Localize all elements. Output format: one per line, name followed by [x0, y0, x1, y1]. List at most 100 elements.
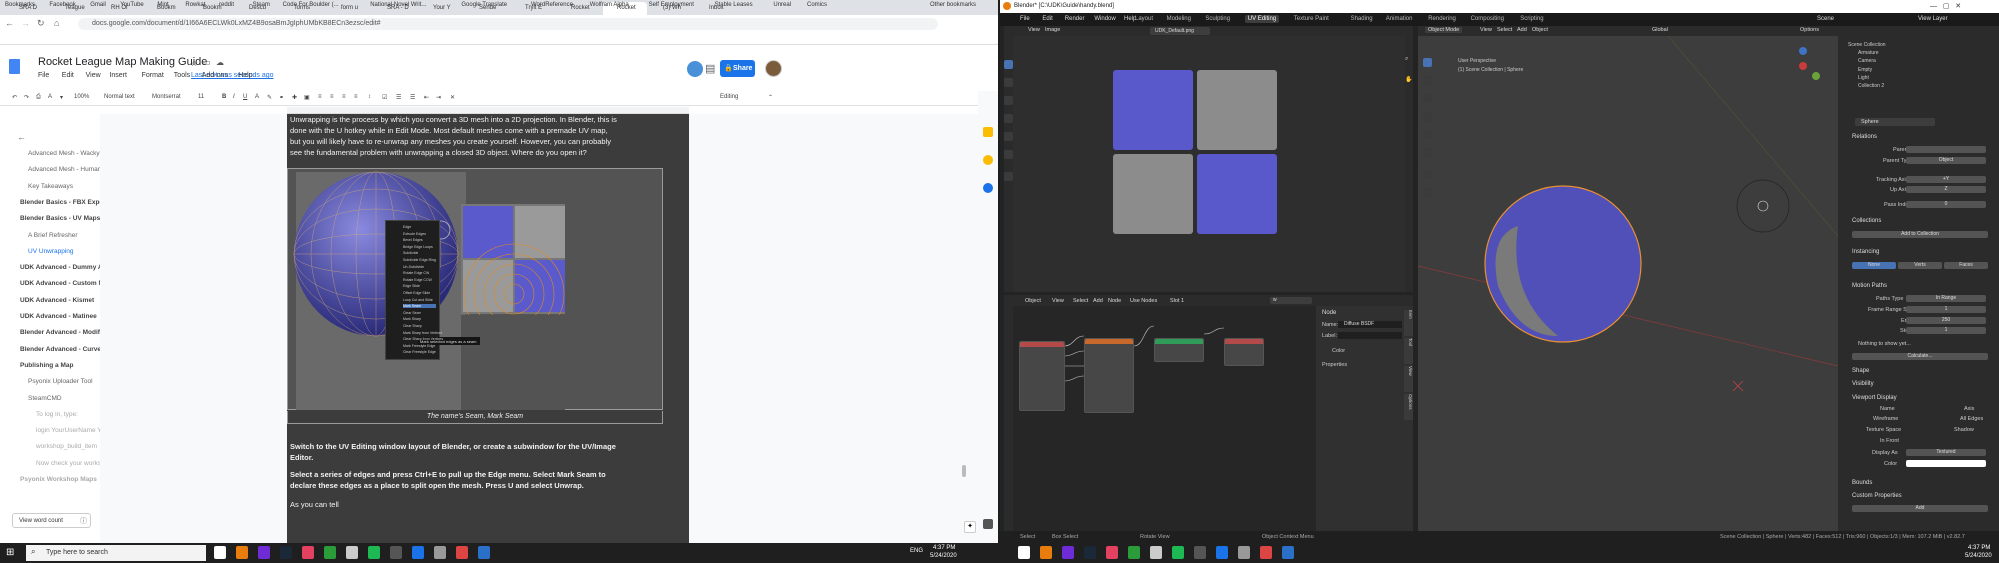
bookmark-link[interactable]: Steam — [253, 2, 270, 8]
scrollbar-thumb[interactable] — [962, 465, 966, 477]
taskbar-app-icon[interactable] — [1018, 546, 1030, 559]
vp-annotate-icon[interactable] — [1423, 170, 1432, 179]
calendar-icon[interactable] — [983, 155, 993, 165]
prop-shape[interactable]: Shape — [1852, 368, 1869, 374]
context-menu-item[interactable]: Mark Seam — [403, 304, 436, 309]
clock-time-2[interactable]: 4:37 PM — [1968, 545, 1990, 551]
checklist-icon[interactable]: ☑ — [382, 94, 387, 101]
taskbar-app-icon[interactable] — [1040, 546, 1052, 559]
context-menu-item[interactable]: Loop Cut and Slide — [403, 298, 433, 302]
taskbar-app-icon[interactable] — [1106, 546, 1118, 559]
highlight-icon[interactable]: ✎ — [267, 94, 272, 101]
vp-cursor-icon[interactable] — [1423, 76, 1432, 85]
outline-item[interactable]: SteamCMD — [28, 395, 100, 402]
uv-menu-image[interactable]: Image — [1045, 27, 1060, 33]
frame-start-field[interactable]: 1 — [1906, 306, 1986, 313]
docs-menu-edit[interactable]: Edit — [62, 72, 74, 79]
transform-orientation[interactable]: Global — [1652, 27, 1668, 33]
prop-motion-paths[interactable]: Motion Paths — [1852, 283, 1887, 289]
bookmark-link[interactable]: Code For Boulder (... — [283, 2, 339, 8]
font-select[interactable]: Montserrat — [152, 94, 181, 100]
node-side-tab[interactable]: View — [1404, 366, 1413, 392]
node-menu-item[interactable]: Object — [1025, 298, 1041, 304]
options-menu[interactable]: Options — [1800, 27, 1819, 33]
taskbar-app-icon[interactable] — [1216, 546, 1228, 559]
tracking-axis-field[interactable]: +Y — [1906, 176, 1986, 183]
outline-item[interactable]: Psyonix Uploader Tool — [28, 378, 100, 385]
node-side-tab[interactable]: Tool — [1404, 338, 1413, 364]
user-avatar[interactable] — [687, 61, 703, 77]
workspace-tab[interactable]: Compositing — [1468, 15, 1507, 23]
link-icon[interactable]: ⚭ — [279, 94, 284, 101]
taskbar-app-icon[interactable] — [456, 546, 468, 559]
outline-item[interactable]: UDK Advanced - Matinee — [20, 313, 100, 320]
outline-item[interactable]: Blender Basics - FBX Export — [20, 199, 100, 206]
italic-icon[interactable]: I — [233, 94, 235, 100]
figure-image[interactable] — [287, 168, 663, 410]
docs-menu-format[interactable]: Format — [142, 72, 164, 79]
window-controls[interactable]: — ▢ ✕ — [1930, 2, 1961, 10]
comment-history-icon[interactable]: ▤ — [705, 62, 715, 75]
prop-custom-props[interactable]: Custom Properties — [1852, 493, 1902, 499]
taskbar-app-icon[interactable] — [1128, 546, 1140, 559]
blender-menu-edit[interactable]: Edit — [1042, 16, 1052, 22]
move-tool-icon[interactable] — [1004, 96, 1013, 105]
bookmark-link[interactable]: Comics — [807, 2, 827, 8]
workspace-tab[interactable]: UV Editing — [1244, 15, 1280, 23]
blender-menu-render[interactable]: Render — [1065, 16, 1085, 22]
calculate-button[interactable]: Calculate... — [1852, 353, 1988, 360]
workspace-tab[interactable]: Shading — [1348, 15, 1376, 23]
taskbar-app-icon[interactable] — [434, 546, 446, 559]
taskbar-app-icon[interactable] — [478, 546, 490, 559]
outline-item[interactable]: workshop_build_item — [36, 443, 100, 450]
bookmark-link[interactable]: Facebook — [49, 2, 75, 8]
outliner-item[interactable]: Light — [1858, 75, 1869, 81]
bookmark-link[interactable]: National Novel Writ... — [370, 2, 426, 8]
taskbar-app-icon[interactable] — [1194, 546, 1206, 559]
taskbar-app-icon[interactable] — [1282, 546, 1294, 559]
rotate-tool-icon[interactable] — [1004, 114, 1013, 123]
context-menu-item[interactable]: Edge — [403, 225, 411, 229]
clock-date-2[interactable]: 5/24/2020 — [1965, 553, 1992, 559]
taskbar-app-icon[interactable] — [236, 546, 248, 559]
bookmark-link[interactable]: Self Employment — [649, 2, 694, 8]
context-menu-item[interactable]: Offset Edge Slide — [403, 291, 430, 295]
scale-tool-icon[interactable] — [1004, 132, 1013, 141]
explore-button[interactable]: ✦ — [964, 521, 976, 533]
outline-item[interactable]: To log in, type: — [36, 411, 100, 418]
viewport-menu-item[interactable]: View — [1480, 27, 1492, 33]
outline-back-icon[interactable]: ← — [17, 132, 26, 142]
bold-icon[interactable]: B — [222, 94, 226, 100]
bookmark-link[interactable]: YouTube — [120, 2, 144, 8]
star-icon[interactable]: ☆ — [190, 58, 198, 69]
taskbar-app-icon[interactable] — [280, 546, 292, 559]
color-swatch[interactable] — [1906, 460, 1986, 467]
align-center-icon[interactable]: ≡ — [330, 94, 334, 100]
view-layer-select[interactable]: View Layer — [1918, 16, 1948, 22]
transform-tool-icon[interactable] — [1004, 150, 1013, 159]
url-field[interactable]: docs.google.com/document/d/1I66A6ECLWk0L… — [78, 18, 938, 30]
vp-rotate-icon[interactable] — [1423, 112, 1432, 121]
taskbar-app-icon[interactable] — [1062, 546, 1074, 559]
context-menu-item[interactable]: Un-Subdivide — [403, 265, 424, 269]
node-side-tab[interactable]: Options — [1404, 394, 1413, 420]
display-as-field[interactable]: Textured — [1906, 449, 1986, 456]
context-menu-item[interactable]: Mark Freestyle Edge — [403, 344, 435, 348]
blender-menu-window[interactable]: Window — [1094, 16, 1115, 22]
back-icon[interactable]: ← — [5, 18, 14, 28]
navigation-gizmo[interactable] — [1799, 47, 1820, 80]
node-material-output[interactable] — [1224, 338, 1264, 366]
viewport-menu-item[interactable]: Select — [1497, 27, 1512, 33]
redo-icon[interactable]: ↷ — [24, 94, 29, 101]
bookmark-link[interactable]: WordReference — [531, 2, 573, 8]
add-property-button[interactable]: Add — [1852, 505, 1988, 512]
outline-item[interactable]: Blender Advanced - Modifiers — [20, 329, 100, 336]
taskbar-app-icon[interactable] — [258, 546, 270, 559]
node-color-toggle[interactable]: Color — [1332, 348, 1345, 354]
bookmark-link[interactable]: Other bookmarks — [930, 2, 976, 8]
outliner-item[interactable]: Scene Collection — [1848, 42, 1886, 48]
move-icon[interactable]: ▭ — [203, 58, 211, 67]
outline-item[interactable]: Key Takeaways — [28, 183, 100, 190]
pan-icon[interactable]: ✋ — [1405, 76, 1412, 83]
taskbar-app-icon[interactable] — [1084, 546, 1096, 559]
